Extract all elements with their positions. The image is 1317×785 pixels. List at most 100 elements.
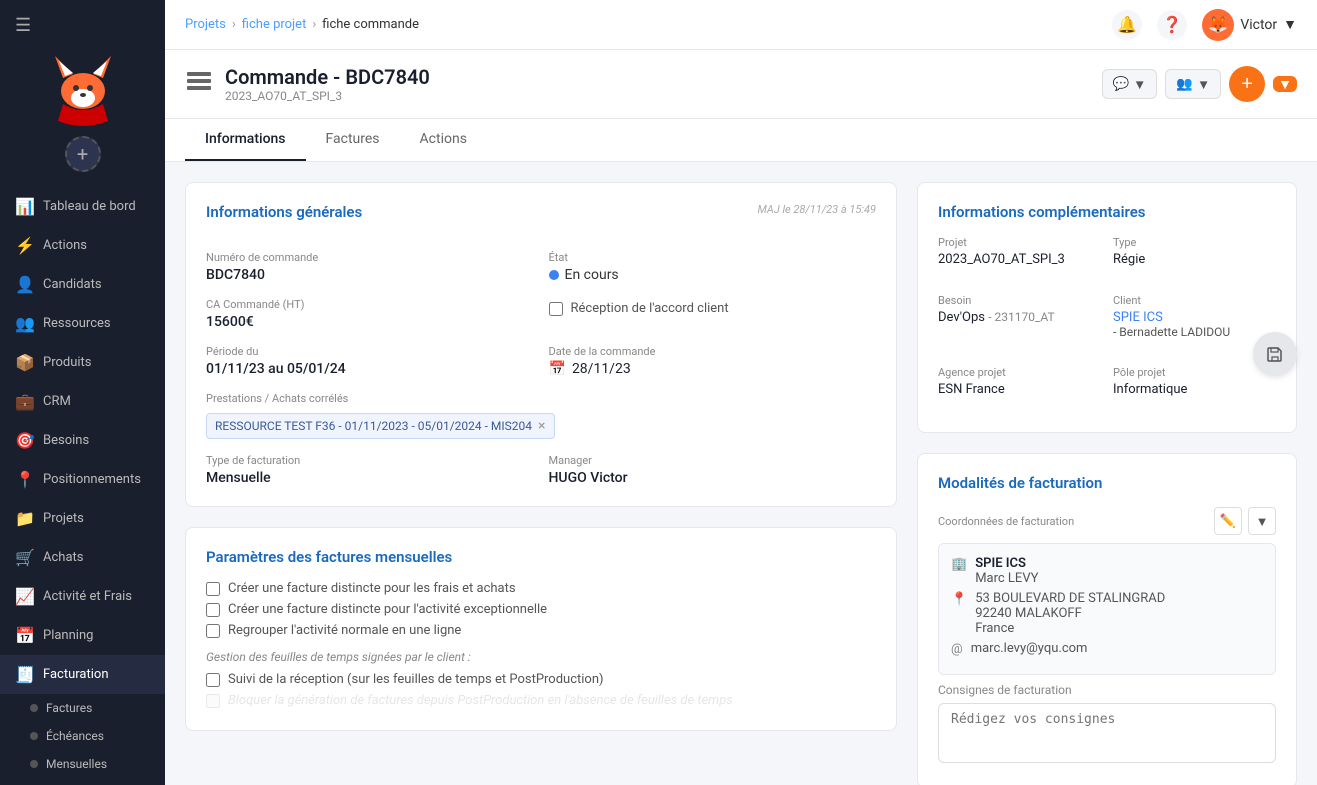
coords-actions: ✏️ ▼	[1214, 507, 1276, 535]
sidebar-item-candidats[interactable]: 👤 Candidats	[0, 265, 165, 304]
sidebar-item-facturation[interactable]: 🧾 Facturation	[0, 655, 165, 694]
addr-company: SPIE ICS	[975, 556, 1038, 571]
addr-contact: Marc LEVY	[975, 571, 1038, 586]
addr-location-block: 53 BOULEVARD DE STALINGRAD 92240 MALAKOF…	[975, 591, 1165, 636]
tab-actions[interactable]: Actions	[400, 119, 487, 161]
content-area: Informations générales MAJ le 28/11/23 à…	[165, 162, 1317, 785]
sidebar-add-button[interactable]: +	[65, 136, 101, 172]
checkbox-bloquer[interactable]	[206, 694, 220, 708]
sidebar-logo	[43, 46, 123, 126]
facturation-manager-grid: Type de facturation Mensuelle Manager HU…	[206, 454, 876, 486]
sidebar-item-besoins[interactable]: 🎯 Besoins	[0, 421, 165, 460]
share-caret: ▼	[1197, 77, 1210, 92]
tab-informations[interactable]: Informations	[185, 119, 306, 161]
breadcrumb-projets[interactable]: Projets	[185, 17, 226, 32]
sidebar-item-label: CRM	[43, 394, 71, 409]
checkbox-suivi-row: Suivi de la réception (sur les feuilles …	[206, 672, 876, 687]
email-icon: @	[951, 642, 963, 657]
sidebar-item-actions[interactable]: ⚡ Actions	[0, 226, 165, 265]
save-fab-button[interactable]	[1253, 332, 1297, 376]
sidebar-item-crm[interactable]: 💼 CRM	[0, 382, 165, 421]
prestations-label: Prestations / Achats corrélés	[206, 392, 876, 405]
coords-header: Coordonnées de facturation ✏️ ▼	[938, 507, 1276, 535]
breadcrumb-current: fiche commande	[322, 17, 419, 32]
notifications-button[interactable]: 🔔	[1112, 10, 1142, 40]
sidebar-sub-mensuelles[interactable]: Mensuelles	[0, 750, 165, 778]
sidebar-item-label: Besoins	[43, 433, 89, 448]
add-caret-button[interactable]: ▼	[1273, 76, 1297, 92]
topbar-right: 🔔 ❓ 🦊 Victor ▼	[1112, 9, 1297, 41]
sidebar-item-activite[interactable]: 📈 Activité et Frais	[0, 577, 165, 616]
sub-dot-echeances	[30, 732, 38, 740]
etat-label: État	[549, 251, 877, 264]
sidebar-item-label: Produits	[43, 355, 92, 370]
client-value[interactable]: SPIE ICS	[1113, 310, 1276, 325]
projet-value: 2023_AO70_AT_SPI_3	[938, 252, 1101, 267]
page-header: Commande - BDC7840 2023_AO70_AT_SPI_3 💬 …	[165, 50, 1317, 119]
sidebar-item-tableau-de-bord[interactable]: 📊 Tableau de bord	[0, 187, 165, 226]
checkbox-normale[interactable]	[206, 624, 220, 638]
share-button[interactable]: 👥 ▼	[1165, 69, 1221, 99]
page-title: Commande - BDC7840	[225, 65, 430, 89]
hamburger-menu[interactable]: ☰	[0, 10, 46, 41]
sidebar: ☰ + 📊 Tableau de bord ⚡	[0, 0, 165, 785]
sidebar-sub-echeances[interactable]: Échéances	[0, 722, 165, 750]
edit-coords-button[interactable]: ✏️	[1214, 507, 1242, 535]
sidebar-item-planning[interactable]: 📅 Planning	[0, 616, 165, 655]
besoin-ref: - 231170_AT	[988, 310, 1054, 324]
help-button[interactable]: ❓	[1157, 10, 1187, 40]
besoin-value: Dev'Ops - 231170_AT	[938, 310, 1101, 325]
ca-field: CA Commandé (HT) 15600€	[206, 298, 534, 330]
produits-icon: 📦	[15, 353, 35, 372]
type-facturation-label: Type de facturation	[206, 454, 534, 467]
status-dot	[549, 270, 559, 280]
sidebar-item-label: Ressources	[43, 316, 111, 331]
addr-company-block: SPIE ICS Marc LEVY	[975, 556, 1038, 586]
achats-icon: 🛒	[15, 548, 35, 567]
params-title: Paramètres des factures mensuelles	[206, 548, 876, 566]
numero-commande-label: Numéro de commande	[206, 251, 534, 264]
tag-remove-button[interactable]: ×	[538, 418, 545, 434]
sidebar-sub-label: Mensuelles	[46, 757, 107, 771]
facturation-header: Modalités de facturation	[938, 474, 1276, 492]
sidebar-item-achats[interactable]: 🛒 Achats	[0, 538, 165, 577]
reception-checkbox[interactable]	[549, 302, 563, 316]
breadcrumb-fiche-projet[interactable]: fiche projet	[242, 17, 307, 32]
dashboard-icon: 📊	[15, 197, 35, 216]
sidebar-item-label: Facturation	[43, 667, 109, 682]
comment-button[interactable]: 💬 ▼	[1102, 69, 1158, 99]
reception-label-text: Réception de l'accord client	[571, 301, 729, 316]
breadcrumb: Projets › fiche projet › fiche commande	[185, 17, 419, 32]
prestations-section: Prestations / Achats corrélés RESSOURCE …	[206, 392, 876, 439]
pole-label: Pôle projet	[1113, 366, 1276, 379]
tab-factures[interactable]: Factures	[306, 119, 400, 161]
sidebar-item-label: Activité et Frais	[43, 589, 132, 604]
addr-company-row: 🏢 SPIE ICS Marc LEVY	[951, 556, 1263, 586]
checkbox-exceptionnelle-label: Créer une facture distincte pour l'activ…	[228, 602, 547, 617]
sidebar-item-projets[interactable]: 📁 Projets	[0, 499, 165, 538]
pole-value: Informatique	[1113, 382, 1276, 397]
checkbox-normale-label: Regrouper l'activité normale en une lign…	[228, 623, 461, 638]
addr-email-row: @ marc.levy@yqu.com	[951, 641, 1263, 657]
user-menu[interactable]: 🦊 Victor ▼	[1202, 9, 1297, 41]
addr-email: marc.levy@yqu.com	[971, 641, 1088, 656]
addr-country: France	[975, 621, 1165, 636]
planning-icon: 📅	[15, 626, 35, 645]
add-button[interactable]: +	[1229, 66, 1265, 102]
checkbox-exceptionnelle[interactable]	[206, 603, 220, 617]
pole-field: Pôle projet Informatique	[1113, 366, 1276, 397]
sub-dot-mensuelles	[30, 760, 38, 768]
checkbox-suivi[interactable]	[206, 673, 220, 687]
sidebar-item-positionnements[interactable]: 📍 Positionnements	[0, 460, 165, 499]
client-label: Client	[1113, 294, 1276, 307]
info-comp-grid: Projet 2023_AO70_AT_SPI_3 Type Régie Bes…	[938, 236, 1276, 412]
consignes-input[interactable]	[938, 703, 1276, 763]
expand-coords-button[interactable]: ▼	[1248, 507, 1276, 535]
sidebar-item-label: Projets	[43, 511, 84, 526]
sidebar-sub-factures[interactable]: Factures	[0, 694, 165, 722]
params-card: Paramètres des factures mensuelles Créer…	[185, 527, 897, 731]
checkbox-suivi-label: Suivi de la réception (sur les feuilles …	[228, 672, 604, 687]
sidebar-item-ressources[interactable]: 👥 Ressources	[0, 304, 165, 343]
sidebar-item-produits[interactable]: 📦 Produits	[0, 343, 165, 382]
checkbox-frais[interactable]	[206, 582, 220, 596]
